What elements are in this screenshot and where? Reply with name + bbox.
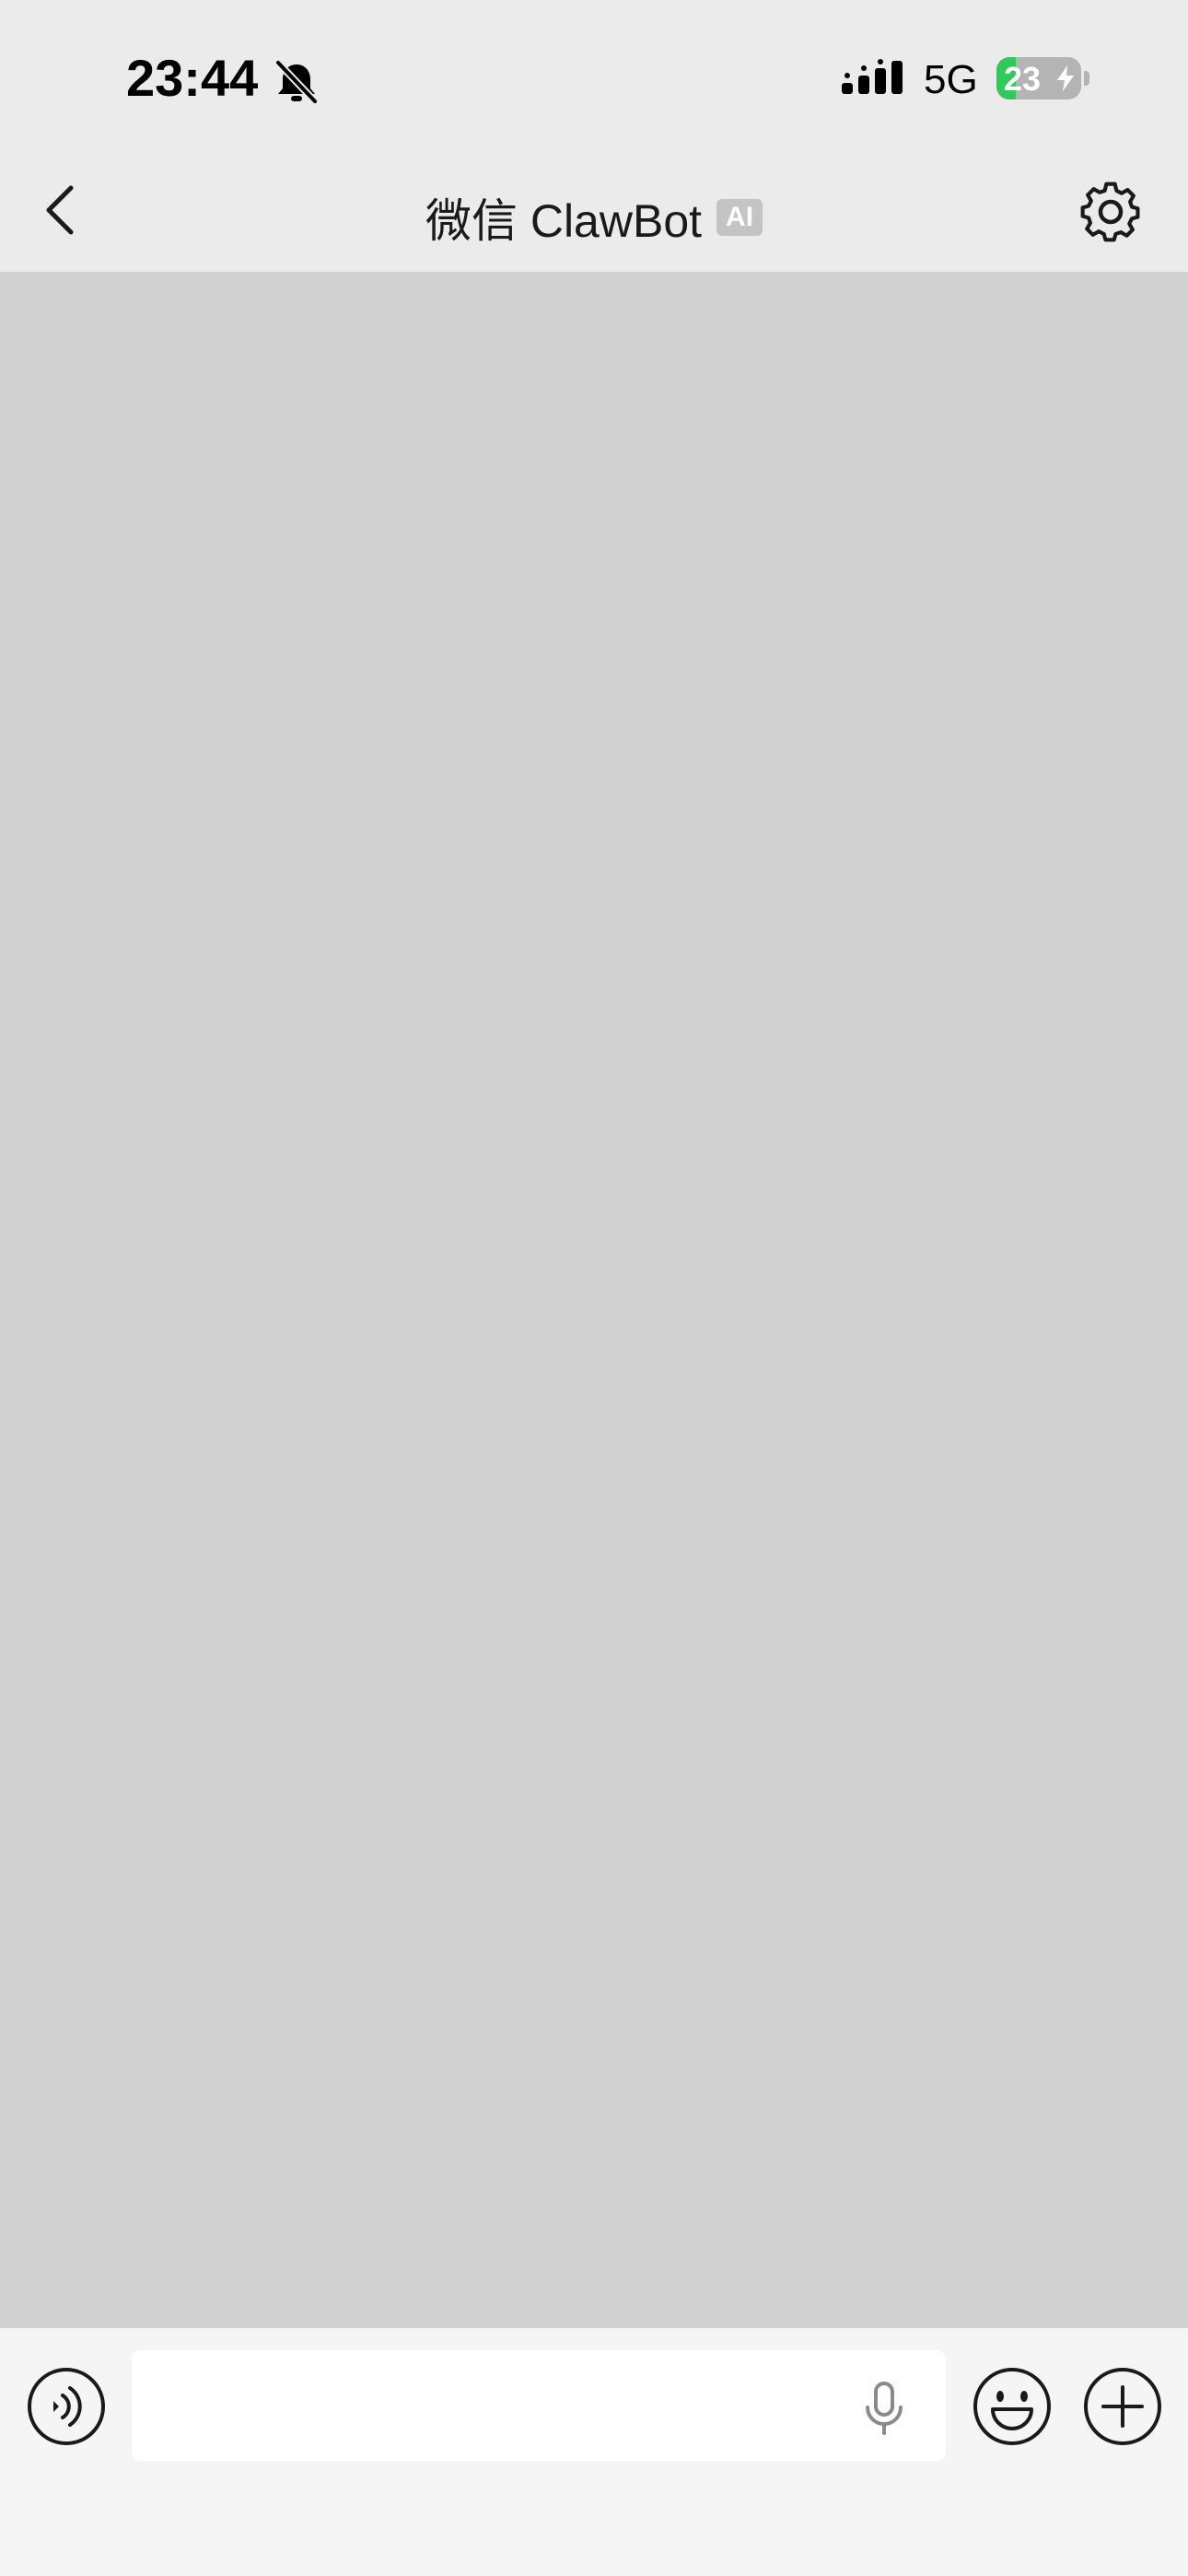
battery-indicator: 23 [996, 57, 1081, 100]
voice-input-icon [26, 2366, 107, 2447]
microphone-icon [858, 2380, 910, 2439]
status-time: 23:44 [126, 49, 259, 107]
cellular-signal-icon [842, 59, 906, 101]
status-bar: 23:44 5G 23 [0, 0, 1188, 147]
emoji-button[interactable] [971, 2365, 1054, 2448]
settings-button[interactable] [1076, 177, 1146, 247]
chat-message-area[interactable] [0, 272, 1188, 2328]
message-input[interactable] [132, 2350, 946, 2461]
network-type: 5G [924, 57, 978, 102]
battery-level: 23 [1004, 60, 1042, 98]
nav-title-group: 微信 ClawBot AI [0, 184, 1188, 251]
voice-mode-button[interactable] [26, 2366, 107, 2447]
bell-slash-icon [273, 59, 320, 105]
more-actions-button[interactable] [1081, 2365, 1164, 2448]
bolt-icon [1057, 65, 1074, 91]
nav-bar: 微信 ClawBot AI [0, 147, 1188, 272]
chat-input-bar [0, 2328, 1188, 2576]
page-title: 微信 ClawBot [425, 195, 703, 247]
ai-badge: AI [716, 199, 763, 236]
microphone-button[interactable] [858, 2380, 910, 2439]
battery-nub [1084, 71, 1089, 86]
emoji-smile-icon [971, 2365, 1054, 2448]
plus-circle-icon [1081, 2365, 1164, 2448]
gear-icon [1076, 177, 1146, 247]
